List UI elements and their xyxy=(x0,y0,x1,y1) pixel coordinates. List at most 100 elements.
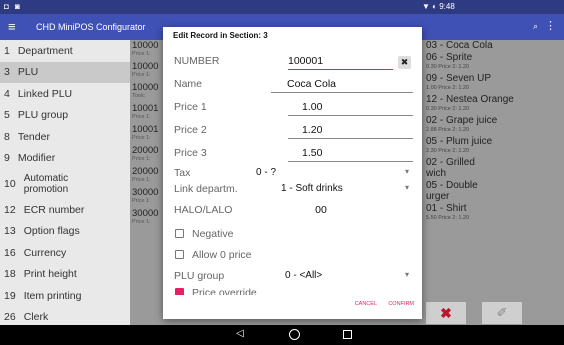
list-item[interactable]: 09 - Seven UP 1.00 Price 2: 1.20 xyxy=(422,73,514,94)
sidebar-item-number: 1 xyxy=(4,44,10,57)
list-item-name: 01 - Shirt xyxy=(426,202,467,214)
list-item-detail: Price 1: xyxy=(132,219,151,225)
sidebar-item[interactable]: 10 Automatic promotion xyxy=(0,169,130,199)
list-item[interactable]: 20000 Price 1: xyxy=(130,145,163,166)
list-item-name: 12 - Nestea Orange xyxy=(426,93,514,105)
sidebar-item[interactable]: 12 ECR number xyxy=(0,199,130,221)
link-department-spinner[interactable]: 1 - Soft drinks xyxy=(281,183,343,194)
number-field[interactable]: 100001 xyxy=(288,55,393,70)
more-icon[interactable]: ⋮ xyxy=(545,19,556,32)
price3-row: Price 3 1.50 xyxy=(163,144,422,164)
sidebar-item[interactable]: 3 PLU xyxy=(0,61,130,83)
list-item[interactable]: 03 - Coca Cola xyxy=(422,40,514,52)
chevron-down-icon: ▾ xyxy=(405,183,410,192)
sidebar-item-number: 4 xyxy=(4,87,10,100)
sidebar-item-number: 26 xyxy=(4,311,16,324)
list-item-name: 05 - Plum juice xyxy=(426,135,493,147)
negative-label: Negative xyxy=(192,228,234,240)
list-item[interactable]: 02 - Grilled xyxy=(422,157,514,169)
link-department-label: Link departm. xyxy=(174,183,238,195)
list-item[interactable]: 01 - Shirt 5.50 Price 2: 1.20 xyxy=(422,203,514,224)
list-item[interactable]: 20000 Price 1: xyxy=(130,166,163,187)
halo-lalo-field[interactable]: 00 xyxy=(311,204,331,219)
search-icon[interactable]: ⌕ xyxy=(533,21,538,32)
list-item[interactable]: 05 - Double xyxy=(422,180,514,192)
sidebar-item-label: Department xyxy=(17,44,73,57)
name-field[interactable]: Coca Cola xyxy=(271,78,413,93)
link-department-row[interactable]: Link departm. 1 - Soft drinks ▾ xyxy=(163,180,422,200)
halo-lalo-label: HALO/LALO xyxy=(174,204,233,216)
list-item[interactable]: 02 - Grape juice 2.88 Price 2: 1.20 xyxy=(422,115,514,136)
pencil-icon: ✐ xyxy=(496,305,508,320)
sidebar-item-label: PLU xyxy=(17,66,39,79)
sidebar-item-number: 16 xyxy=(4,246,16,259)
sidebar-item-number: 8 xyxy=(4,130,10,143)
list-item[interactable]: urger xyxy=(422,191,514,203)
sidebar-item-label: Modifier xyxy=(17,152,56,165)
sidebar-item[interactable]: 19 Item printing xyxy=(0,285,130,307)
plu-group-spinner[interactable]: 0 - <All> xyxy=(285,270,322,281)
dialog-actions: CANCEL CONFIRM xyxy=(345,301,414,307)
allow-zero-price-checkbox[interactable]: Allow 0 price xyxy=(175,249,275,263)
section-sidebar: 1 Department 3 PLU 4 Linked PLU 5 PLU group 8 Ten… xyxy=(0,40,130,325)
sidebar-item[interactable]: 26 Clerk xyxy=(0,307,130,326)
sidebar-item-number: 19 xyxy=(4,289,16,302)
edit-button[interactable]: ✐ xyxy=(482,302,522,324)
plu-group-label: PLU group xyxy=(174,270,225,282)
list-item[interactable]: 10000 Price 1: xyxy=(130,40,163,61)
list-item-name: 05 - Double xyxy=(426,179,478,191)
list-item[interactable]: wich xyxy=(422,168,514,180)
list-item-prices: 5.50 Price 2: 1.20 xyxy=(426,214,470,221)
price-override-checkbox[interactable]: Price override xyxy=(175,287,275,295)
sidebar-item[interactable]: 5 PLU group xyxy=(0,105,130,127)
checkbox-box xyxy=(175,229,184,238)
clear-icon[interactable]: ✖ xyxy=(398,56,411,69)
confirm-button[interactable]: CONFIRM xyxy=(388,301,414,307)
back-icon[interactable]: ◁ xyxy=(236,328,244,339)
sidebar-item[interactable]: 18 Print height xyxy=(0,264,130,286)
list-item[interactable]: 10001 Price 1: xyxy=(130,103,163,124)
sidebar-item[interactable]: 13 Option flags xyxy=(0,221,130,243)
list-item[interactable]: 30000 Price 1: xyxy=(130,187,163,208)
sidebar-item-label: Tender xyxy=(17,130,50,143)
sidebar-item[interactable]: 1 Department xyxy=(0,40,130,62)
delete-button[interactable]: ✖ xyxy=(426,302,466,324)
price3-field[interactable]: 1.50 xyxy=(288,147,413,162)
list-item[interactable]: 30000 Price 1: xyxy=(130,208,163,229)
tax-spinner[interactable]: 0 - ? xyxy=(256,167,276,178)
cancel-button[interactable]: CANCEL xyxy=(355,301,377,307)
list-item[interactable]: 05 - Plum juice 2.30 Price 2: 1.20 xyxy=(422,136,514,157)
sidebar-item[interactable]: 16 Currency xyxy=(0,242,130,264)
app-title: CHD MiniPOS Configurator xyxy=(36,22,146,32)
price1-label: Price 1 xyxy=(174,101,207,113)
list-item-name: 02 - Grape juice xyxy=(426,114,498,126)
list-item[interactable]: 10000 Tonic xyxy=(130,82,163,103)
list-item[interactable]: 10001 Price 1: xyxy=(130,124,163,145)
name-label: Name xyxy=(174,78,203,90)
list-item-name: 03 - Coca Cola xyxy=(426,40,493,51)
recent-apps-icon[interactable] xyxy=(343,330,352,339)
list-item-detail: Price 1: xyxy=(132,135,151,141)
list-item[interactable]: 12 - Nestea Orange 0.30 Price 2: 1.20 xyxy=(422,94,514,115)
negative-checkbox[interactable]: Negative xyxy=(175,228,275,242)
record-list: 10000 Price 1: 10000 Price 1: 10000 Tonic 1000… xyxy=(130,40,163,285)
sidebar-item[interactable]: 9 Modifier xyxy=(0,148,130,170)
home-icon[interactable] xyxy=(289,329,300,340)
sidebar-item-label: PLU group xyxy=(17,109,69,122)
menu-icon[interactable]: ≡ xyxy=(8,19,16,34)
halo-lalo-row: HALO/LALO 00 xyxy=(163,201,422,221)
sidebar-item-number: 18 xyxy=(4,268,16,281)
edit-record-dialog: Edit Record in Section: 3 NUMBER 100001 … xyxy=(163,27,422,319)
list-item-detail: Price 1: xyxy=(132,156,151,162)
sidebar-item[interactable]: 4 Linked PLU xyxy=(0,83,130,105)
price1-field[interactable]: 1.00 xyxy=(288,101,413,116)
tax-label: Tax xyxy=(174,167,191,179)
list-item-number: 10000 xyxy=(132,40,159,51)
list-item[interactable]: 10000 Price 1: xyxy=(130,61,163,82)
chevron-down-icon: ▾ xyxy=(405,270,410,279)
list-item[interactable]: 06 - Sprite 0.30 Price 2: 1.20 xyxy=(422,52,514,73)
number-row: NUMBER 100001 ✖ xyxy=(163,52,422,72)
price2-field[interactable]: 1.20 xyxy=(288,124,413,139)
plu-group-row[interactable]: PLU group 0 - <All> ▾ xyxy=(163,267,422,287)
sidebar-item[interactable]: 8 Tender xyxy=(0,126,130,148)
